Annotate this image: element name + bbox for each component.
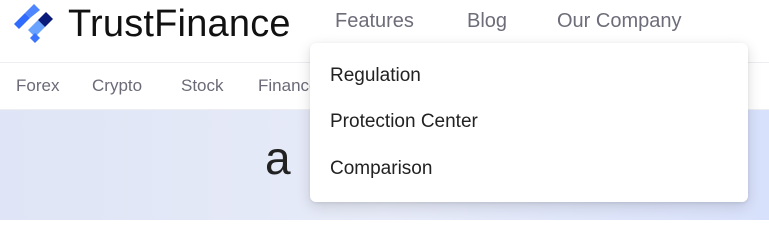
menu-item-protection-center[interactable]: Protection Center [330, 110, 478, 134]
menu-item-comparison[interactable]: Comparison [330, 157, 432, 181]
sub-nav-item-stock[interactable]: Stock [181, 76, 224, 96]
hero-heading: a [265, 132, 291, 184]
menu-item-regulation[interactable]: Regulation [330, 64, 421, 88]
page: TrustFinance Features Blog Our Company F… [0, 0, 769, 220]
header: TrustFinance Features Blog Our Company [0, 0, 769, 46]
nav-item-features[interactable]: Features [335, 9, 414, 33]
nav-item-our-company[interactable]: Our Company [557, 9, 682, 33]
trustfinance-logo-icon[interactable] [10, 4, 54, 44]
sub-nav-item-forex[interactable]: Forex [16, 76, 59, 96]
nav-item-blog[interactable]: Blog [467, 9, 507, 33]
features-dropdown-menu: Regulation Protection Center Comparison [310, 43, 748, 202]
sub-nav-item-crypto[interactable]: Crypto [92, 76, 142, 96]
brand-name[interactable]: TrustFinance [68, 2, 291, 46]
